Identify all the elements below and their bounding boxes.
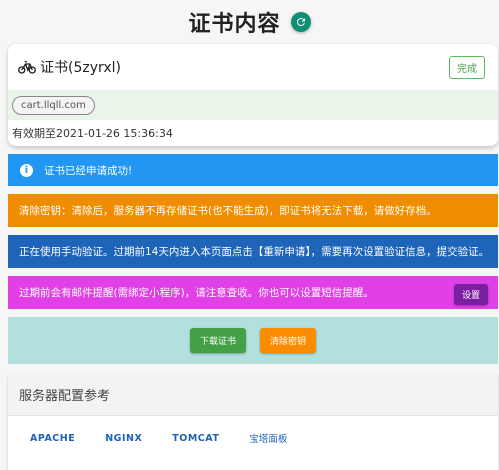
status-button[interactable]: 完成 bbox=[449, 56, 485, 79]
success-banner: i 证书已经申请成功! bbox=[8, 154, 498, 186]
manual-verify-banner: 正在使用手动验证。过期前14天内进入本页面点击【重新申请】，需要再次设置验证信息… bbox=[8, 235, 498, 268]
clear-key-button[interactable]: 清除密钥 bbox=[260, 328, 317, 353]
warning-banner: 清除密钥：清除后，服务器不再存储证书(也不能生成)，即证书将无法下载，请做好存档… bbox=[8, 194, 498, 227]
tab-tomcat[interactable]: TOMCAT bbox=[172, 433, 219, 444]
warning-text: 清除密钥：清除后，服务器不再存储证书(也不能生成)，即证书将无法下载，请做好存档… bbox=[19, 205, 437, 217]
tab-baota[interactable]: 宝塔面板 bbox=[249, 431, 287, 445]
info-icon: i bbox=[20, 163, 33, 177]
cert-title: 证书(5zyrxl) bbox=[40, 60, 122, 76]
tab-apache[interactable]: APACHE bbox=[30, 433, 75, 444]
page-title: 证书内容 bbox=[188, 12, 281, 37]
expire-text: 有效期至2021-01-26 15:36:34 bbox=[12, 127, 173, 140]
actions-bar: 下载证书 清除密钥 bbox=[8, 317, 498, 364]
reminder-banner: 过期前会有邮件提醒(需绑定小程序)，请注意查收。你也可以设置短信提醒。 设置 bbox=[8, 276, 498, 309]
cert-header: 证书(5zyrxl) 完成 bbox=[8, 44, 498, 90]
refresh-icon bbox=[296, 17, 305, 26]
server-tabs: APACHE NGINX TOMCAT 宝塔面板 bbox=[8, 416, 498, 460]
page-header: 证书内容 bbox=[0, 6, 499, 38]
settings-button[interactable]: 设置 bbox=[453, 284, 488, 305]
domain-chip: cart.llqll.com bbox=[12, 95, 95, 115]
tab-nginx[interactable]: NGINX bbox=[105, 433, 142, 444]
domain-row: cart.llqll.com bbox=[8, 90, 498, 120]
server-config-title: 服务器配置参考 bbox=[8, 374, 498, 416]
manual-verify-text: 正在使用手动验证。过期前14天内进入本页面点击【重新申请】，需要再次设置验证信息… bbox=[19, 246, 490, 258]
bicycle-icon bbox=[18, 61, 36, 74]
cert-card: 证书(5zyrxl) 完成 cart.llqll.com 有效期至2021-01… bbox=[8, 44, 498, 146]
refresh-button[interactable] bbox=[290, 12, 311, 32]
download-cert-button[interactable]: 下载证书 bbox=[189, 328, 246, 353]
success-text: 证书已经申请成功! bbox=[44, 164, 133, 177]
reminder-text: 过期前会有邮件提醒(需绑定小程序)，请注意查收。你也可以设置短信提醒。 bbox=[19, 287, 374, 299]
server-config-card: 服务器配置参考 APACHE NGINX TOMCAT 宝塔面板 bbox=[8, 374, 498, 470]
